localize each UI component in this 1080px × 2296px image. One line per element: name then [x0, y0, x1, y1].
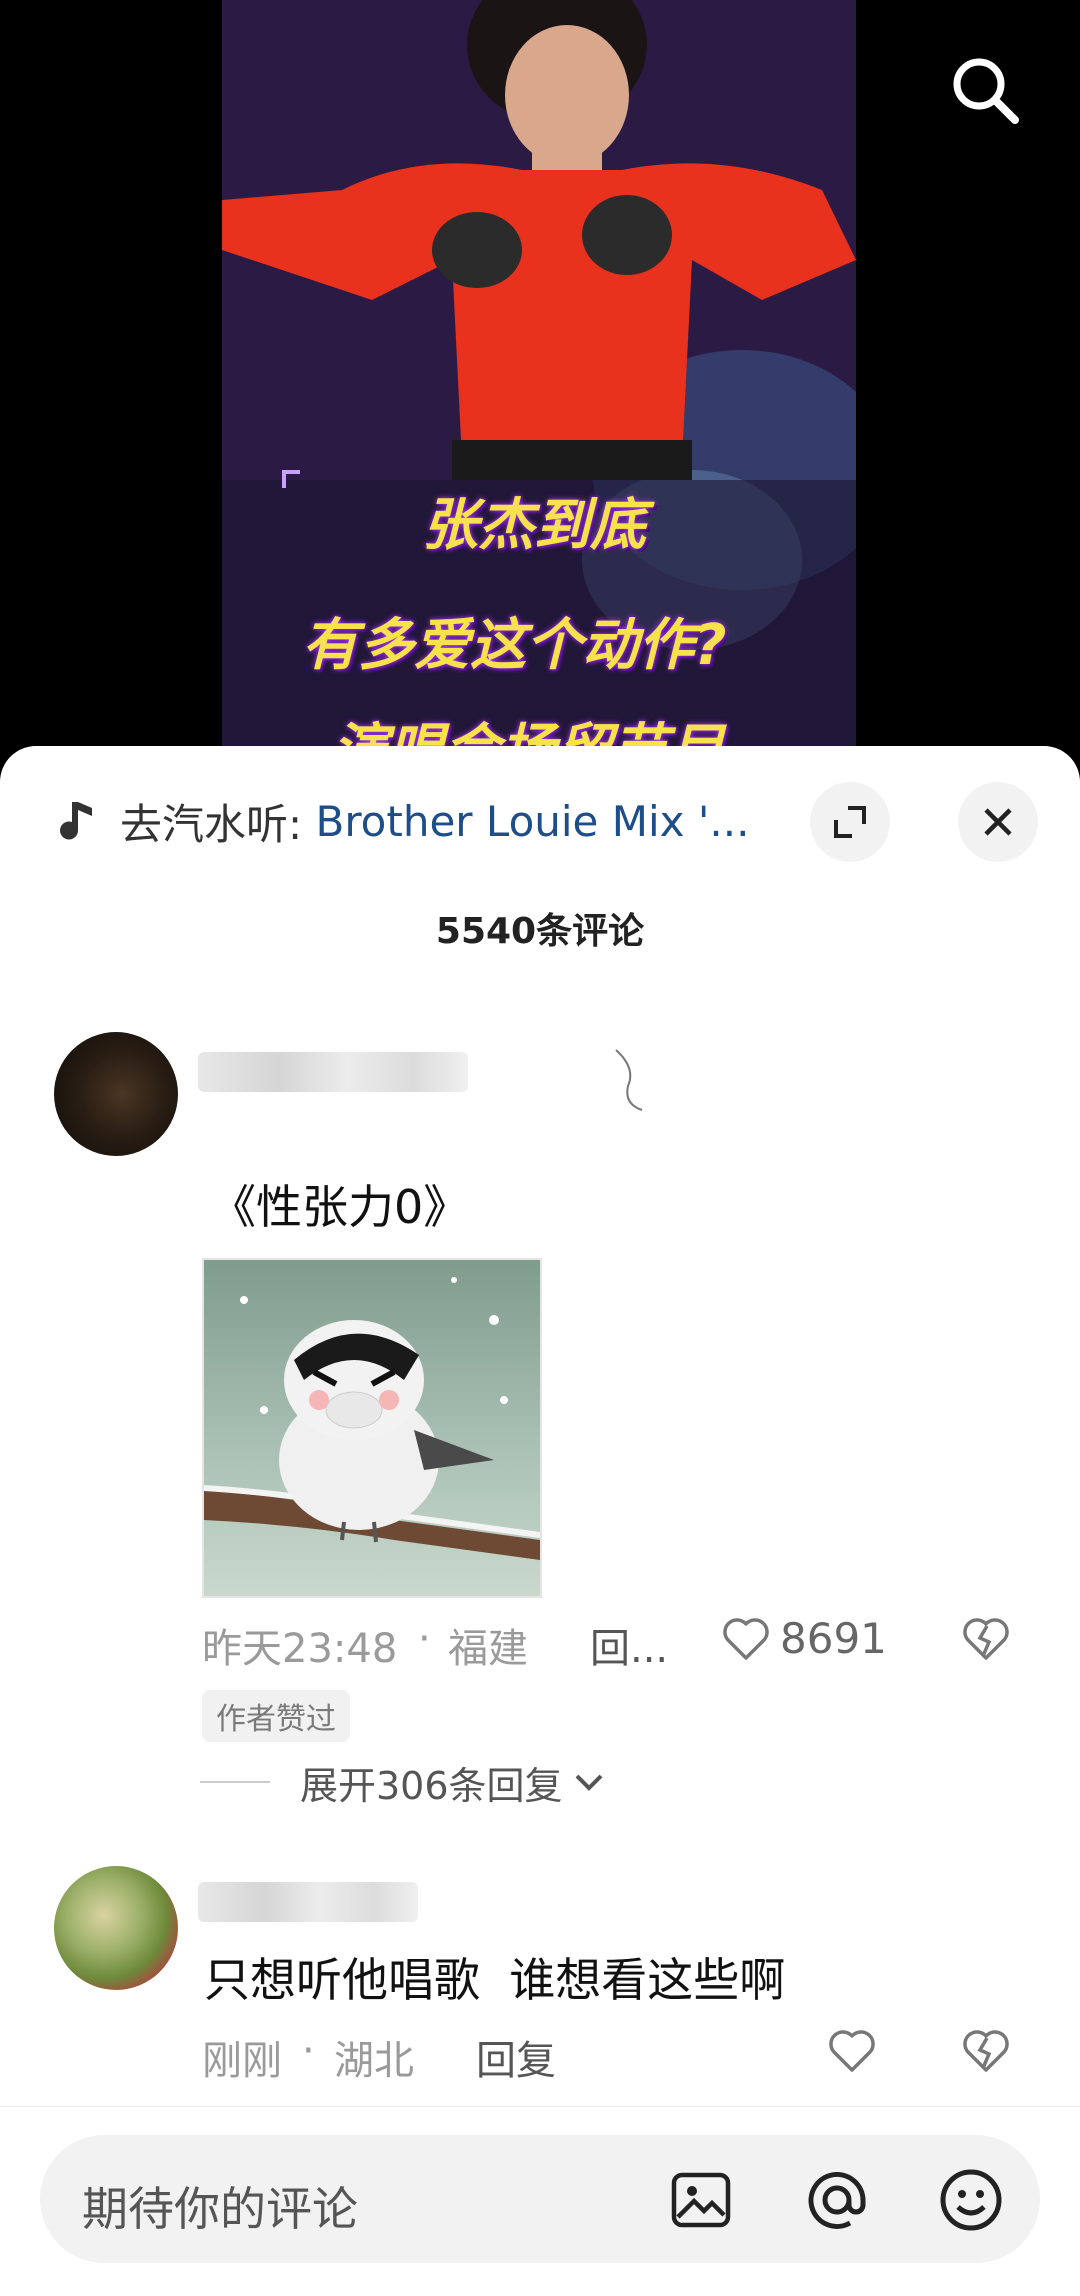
like-button[interactable]: 8691 [718, 1610, 887, 1666]
avatar[interactable] [54, 1866, 178, 1990]
music-note-icon [60, 802, 92, 840]
comment-sticker-image[interactable] [202, 1258, 542, 1598]
comment-text: 只想听他唱歌 谁想看这些啊 [204, 1953, 786, 2007]
comment-location: 湖北 [334, 2038, 414, 2084]
music-prefix: 去汽水听: [120, 799, 316, 849]
meta-separator: · [418, 1616, 431, 1662]
music-link[interactable]: 去汽水听: Brother Louie Mix '... [56, 786, 806, 856]
image-icon [671, 2172, 731, 2228]
at-icon [808, 2172, 866, 2229]
reply-button[interactable]: 回... [590, 1616, 668, 1674]
username-blurred[interactable] [198, 1882, 418, 1922]
video-area[interactable]: 张杰到底 有多爱这个动作? 演唱会场留节目 [0, 0, 1080, 760]
meta-separator: · [302, 2028, 315, 2074]
heart-icon [723, 1618, 769, 1660]
close-icon [984, 808, 1012, 836]
emoji-icon [940, 2169, 1002, 2231]
like-count: 8691 [780, 1613, 887, 1663]
expand-replies-button[interactable]: 展开306条回复 [200, 1754, 609, 1810]
expand-icon [834, 806, 866, 838]
emoji-button[interactable] [936, 2165, 1006, 2239]
expand-replies-label: 展开306条回复 [300, 1763, 563, 1808]
comment-input[interactable]: 期待你的评论 [40, 2135, 1040, 2263]
close-button[interactable] [958, 782, 1038, 862]
reply-button[interactable]: 回复 [476, 2028, 556, 2086]
avatar[interactable] [54, 1032, 178, 1156]
image-button[interactable] [670, 2169, 732, 2235]
search-button[interactable] [945, 50, 1025, 130]
video-caption-line-1: 张杰到底 [422, 493, 646, 558]
expand-button[interactable] [810, 782, 890, 862]
comment-time: 刚刚 [202, 2038, 282, 2084]
comment-sheet: 去汽水听: Brother Louie Mix '... 5540条评论 《性张… [0, 746, 1080, 2296]
dislike-button[interactable] [958, 2022, 1014, 2082]
comment-input-bar: 期待你的评论 [0, 2106, 1080, 2296]
chevron-down-icon [575, 1774, 602, 1791]
mention-button[interactable] [802, 2165, 872, 2239]
like-button[interactable] [824, 2022, 880, 2082]
dislike-button[interactable] [958, 1610, 1014, 1670]
heart-icon [829, 2030, 875, 2072]
author-liked-badge: 作者赞过 [202, 1690, 350, 1742]
comment-time: 昨天23:48 [202, 1626, 398, 1672]
video-frame[interactable]: 张杰到底 有多爱这个动作? 演唱会场留节目 [222, 0, 856, 760]
username-blurred[interactable] [198, 1052, 468, 1092]
search-icon [953, 58, 1019, 124]
comment-count: 5540条评论 [435, 911, 645, 952]
dislike-icon [963, 2030, 1009, 2072]
decorative-stroke [615, 1049, 643, 1111]
comment-input-placeholder: 期待你的评论 [82, 2182, 358, 2236]
music-title[interactable]: Brother Louie Mix '... [316, 797, 750, 846]
comment-location: 福建 [448, 1626, 528, 1672]
bird-sticker [204, 1277, 540, 1560]
comment-text: 《性张力0》 [210, 1180, 470, 1234]
dislike-icon [963, 1618, 1009, 1660]
video-caption-line-2: 有多爱这个动作? [302, 613, 727, 678]
divider-line [200, 1781, 270, 1783]
